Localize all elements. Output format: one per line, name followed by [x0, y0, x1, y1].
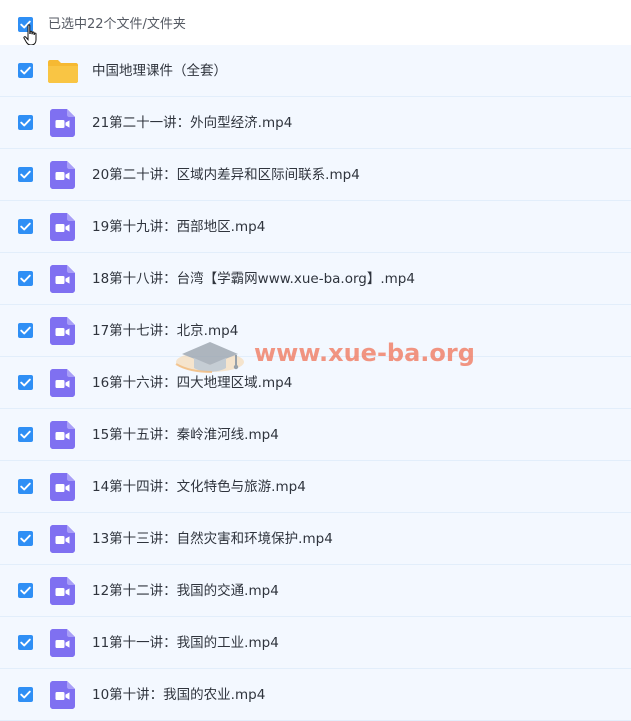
row-checkbox[interactable] [18, 583, 33, 598]
file-name[interactable]: 21第二十一讲：外向型经济.mp4 [92, 97, 292, 149]
row-checkbox[interactable] [18, 479, 33, 494]
video-file-icon [50, 109, 75, 137]
video-file-icon [50, 161, 75, 189]
row-checkbox[interactable] [18, 687, 33, 702]
file-row[interactable]: 11第十一讲：我国的工业.mp4 [0, 617, 631, 669]
file-name[interactable]: 17第十七讲：北京.mp4 [92, 305, 238, 357]
video-file-icon [50, 369, 75, 397]
row-checkbox[interactable] [18, 375, 33, 390]
video-file-icon [50, 421, 75, 449]
file-row[interactable]: 18第十八讲：台湾【学霸网www.xue-ba.org】.mp4 [0, 253, 631, 305]
file-name[interactable]: 13第十三讲：自然灾害和环境保护.mp4 [92, 513, 333, 565]
file-row[interactable]: 20第二十讲：区域内差异和区际间联系.mp4 [0, 149, 631, 201]
video-file-icon [50, 473, 75, 501]
file-list: 中国地理课件（全套） 21第二十一讲：外向型经济.mp4 20第二十讲：区域内差异和… [0, 45, 631, 721]
video-file-icon [50, 265, 75, 293]
folder-icon [47, 59, 79, 83]
row-checkbox[interactable] [18, 635, 33, 650]
selection-header: 已选中22个文件/文件夹 [0, 0, 631, 46]
file-name[interactable]: 14第十四讲：文化特色与旅游.mp4 [92, 461, 306, 513]
file-name[interactable]: 12第十二讲：我国的交通.mp4 [92, 565, 279, 617]
file-name[interactable]: 中国地理课件（全套） [92, 45, 227, 97]
file-row[interactable]: 17第十七讲：北京.mp4 [0, 305, 631, 357]
selection-count-label: 已选中22个文件/文件夹 [48, 17, 186, 32]
file-row[interactable]: 16第十六讲：四大地理区域.mp4 [0, 357, 631, 409]
file-row[interactable]: 12第十二讲：我国的交通.mp4 [0, 565, 631, 617]
video-file-icon [50, 681, 75, 709]
file-row[interactable]: 15第十五讲：秦岭淮河线.mp4 [0, 409, 631, 461]
video-file-icon [50, 629, 75, 657]
row-checkbox[interactable] [18, 167, 33, 182]
file-row[interactable]: 21第二十一讲：外向型经济.mp4 [0, 97, 631, 149]
file-name[interactable]: 18第十八讲：台湾【学霸网www.xue-ba.org】.mp4 [92, 253, 415, 305]
row-checkbox[interactable] [18, 219, 33, 234]
row-checkbox[interactable] [18, 271, 33, 286]
file-row[interactable]: 19第十九讲：西部地区.mp4 [0, 201, 631, 253]
file-row[interactable]: 14第十四讲：文化特色与旅游.mp4 [0, 461, 631, 513]
video-file-icon [50, 525, 75, 553]
folder-row[interactable]: 中国地理课件（全套） [0, 45, 631, 97]
file-name[interactable]: 11第十一讲：我国的工业.mp4 [92, 617, 279, 669]
row-checkbox[interactable] [18, 115, 33, 130]
file-row[interactable]: 13第十三讲：自然灾害和环境保护.mp4 [0, 513, 631, 565]
file-row[interactable]: 10第十讲：我国的农业.mp4 [0, 669, 631, 721]
row-checkbox[interactable] [18, 323, 33, 338]
file-name[interactable]: 10第十讲：我国的农业.mp4 [92, 669, 265, 721]
file-name[interactable]: 20第二十讲：区域内差异和区际间联系.mp4 [92, 149, 360, 201]
file-name[interactable]: 15第十五讲：秦岭淮河线.mp4 [92, 409, 279, 461]
row-checkbox[interactable] [18, 427, 33, 442]
file-name[interactable]: 16第十六讲：四大地理区域.mp4 [92, 357, 292, 409]
video-file-icon [50, 577, 75, 605]
video-file-icon [50, 317, 75, 345]
video-file-icon [50, 213, 75, 241]
row-checkbox[interactable] [18, 63, 33, 78]
row-checkbox[interactable] [18, 531, 33, 546]
file-name[interactable]: 19第十九讲：西部地区.mp4 [92, 201, 265, 253]
